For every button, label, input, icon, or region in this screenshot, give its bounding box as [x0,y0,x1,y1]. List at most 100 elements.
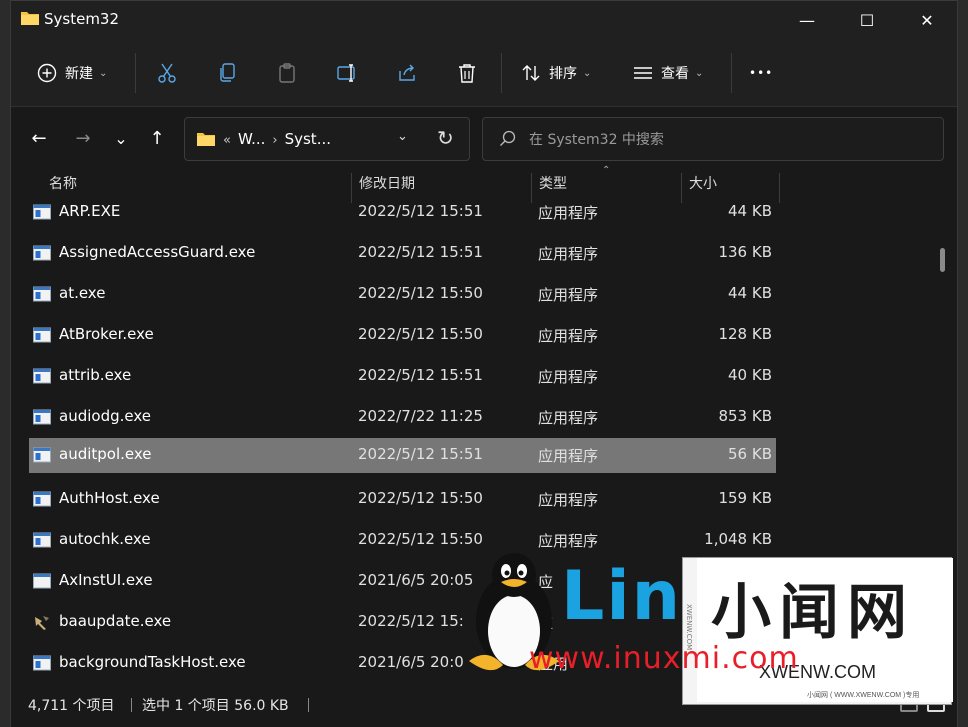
chevron-down-icon: ⌄ [114,128,128,148]
file-row[interactable]: AssignedAccessGuard.exe 2022/5/12 15:51 应用… [29,236,776,271]
watermark-badge: XWENW.COM 小闻网 XWENW.COM 小闻网 ( WWW.XWENW.… [682,557,953,705]
share-icon [399,64,415,81]
file-row[interactable]: AuthHost.exe 2022/5/12 15:50 应用程序 159 KB [29,482,776,517]
status-divider [131,698,132,712]
file-name: auditpol.exe [59,445,152,463]
exe-icon [33,447,51,463]
rename-icon [337,64,355,82]
view-icon [634,67,652,79]
exe-icon [33,532,51,548]
exe-icon [33,245,51,261]
file-date: 2022/5/12 15:51 [358,445,483,463]
file-date: 2022/5/12 15:50 [358,325,483,343]
paste-icon [279,63,295,83]
file-name: attrib.exe [59,366,132,384]
breadcrumb: « W... › Syst... [223,130,331,148]
search-input[interactable] [529,128,909,152]
folder-icon [21,12,39,25]
vertical-scrollbar-thumb[interactable] [940,248,945,272]
watermark-small-text: 小闻网 ( WWW.XWENW.COM )专用 [807,692,920,699]
file-date: 2022/5/12 15:50 [358,489,483,507]
file-date: 2021/6/5 20:05 [358,571,474,589]
file-row[interactable]: AtBroker.exe 2022/5/12 15:50 应用程序 128 KB [29,318,776,353]
breadcrumb-separator: › [272,133,278,148]
refresh-icon[interactable]: ↻ [437,126,454,150]
close-button[interactable]: ✕ [897,1,957,39]
search-box[interactable] [482,117,944,161]
minimize-button[interactable]: — [777,1,837,39]
address-dropdown-icon[interactable]: ⌄ [397,129,408,144]
exe-icon [33,204,51,220]
selection-info: 选中 1 个项目 56.0 KB [142,698,289,714]
file-name: at.exe [59,284,106,302]
sort-button[interactable]: 排序 ⌄ [521,55,591,91]
folder-icon [197,133,215,146]
chevron-down-icon: ⌄ [583,67,592,79]
sort-ascending-icon: ⌃ [602,165,611,176]
file-name: AssignedAccessGuard.exe [59,243,256,261]
new-button[interactable]: 新建 ⌄ [37,55,107,91]
watermark: Linux XWENW.COM 小闻网 XWENW.COM 小闻网 ( WWW.… [461,549,961,719]
breadcrumb-segment[interactable]: W... [238,130,265,148]
copy-icon [220,63,235,82]
cut-button[interactable] [157,55,177,91]
file-type: 应用程序 [538,447,599,465]
close-icon: ✕ [920,10,934,30]
file-size: 853 KB [718,407,772,425]
minimize-icon: — [799,10,815,30]
file-date: 2021/6/5 20:0 [358,653,464,671]
toolbar-divider [135,53,136,93]
file-type: 应用程序 [538,491,599,509]
sort-icon [522,65,540,81]
cut-icon [158,63,176,83]
file-size: 56 KB [728,445,772,463]
item-count: 4,711 个项目 [28,698,115,714]
up-button[interactable]: ↑ [141,122,173,154]
share-button[interactable] [397,55,417,91]
exe-icon [33,368,51,384]
up-arrow-icon: ↑ [149,127,165,149]
copy-button[interactable] [217,55,237,91]
breadcrumb-segment[interactable]: Syst... [285,130,331,148]
file-type: 应用程序 [538,327,599,345]
file-date: 2022/5/12 15:51 [358,366,483,384]
file-row[interactable]: audiodg.exe 2022/7/22 11:25 应用程序 853 KB [29,400,776,435]
exe-icon [33,327,51,343]
file-name: AtBroker.exe [59,325,154,343]
file-row[interactable]: attrib.exe 2022/5/12 15:51 应用程序 40 KB [29,359,776,394]
view-label: 查看 [661,66,689,82]
file-row[interactable]: auditpol.exe 2022/5/12 15:51 应用程序 56 KB [29,438,776,473]
tool-app-icon [33,614,51,630]
paste-button[interactable] [277,55,297,91]
file-type: 应用程序 [538,368,599,386]
file-row[interactable]: ARP.EXE 2022/5/12 15:51 应用程序 44 KB [29,195,776,230]
column-divider[interactable] [779,173,780,203]
watermark-chinese-text: 小闻网 [711,578,915,648]
watermark-url: www.inuxmi.com [529,641,799,676]
delete-button[interactable] [457,55,477,91]
file-size: 1,048 KB [704,530,772,548]
sort-label: 排序 [549,66,577,82]
maximize-button[interactable]: ☐ [837,1,897,39]
rename-button[interactable] [337,55,359,91]
file-row[interactable]: at.exe 2022/5/12 15:50 应用程序 44 KB [29,277,776,312]
file-date: 2022/5/12 15:50 [358,530,483,548]
file-name: audiodg.exe [59,407,151,425]
file-size: 40 KB [728,366,772,384]
recent-locations-button[interactable]: ⌄ [105,122,137,154]
more-options-button[interactable]: ••• [749,55,773,91]
breadcrumb-overflow[interactable]: « [223,133,231,148]
forward-arrow-icon: → [75,127,91,149]
back-button[interactable]: ← [23,122,55,154]
new-label: 新建 [65,66,93,82]
view-button[interactable]: 查看 ⌄ [633,55,703,91]
watermark-badge-inner: 小闻网 XWENW.COM 小闻网 ( WWW.XWENW.COM )专用 [697,558,953,702]
file-size: 159 KB [718,489,772,507]
file-date: 2022/7/22 11:25 [358,407,483,425]
delete-icon [459,64,475,83]
forward-button[interactable]: → [67,122,99,154]
file-name: backgroundTaskHost.exe [59,653,246,671]
window-title: System32 [44,10,120,28]
chevron-down-icon: ⌄ [99,67,108,79]
address-bar[interactable]: « W... › Syst... ⌄ ↻ [184,117,470,161]
